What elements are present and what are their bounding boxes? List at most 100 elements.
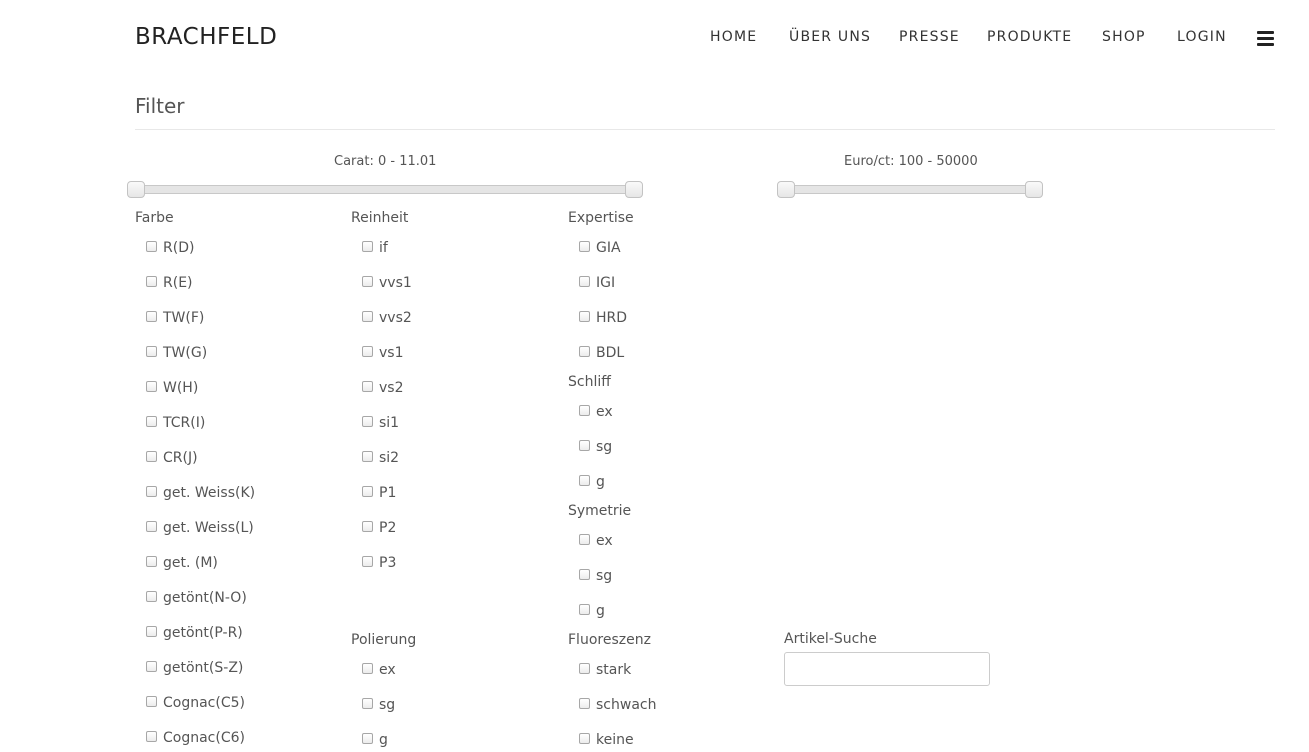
euro-slider-track[interactable] [784, 185, 1040, 194]
farbe-option-label: get. Weiss(L) [163, 520, 254, 536]
expertise-option-label: BDL [596, 345, 625, 361]
schliff-checkbox[interactable] [579, 440, 590, 451]
fluoreszenz-checkbox[interactable] [579, 733, 590, 744]
polierung-checkbox[interactable] [362, 698, 373, 709]
euro-slider-label: Euro/ct: 100 - 50000 [844, 154, 978, 169]
farbe-option-label: get. (M) [163, 555, 218, 571]
farbe-option-label: R(D) [163, 240, 195, 256]
euro-slider-min-handle[interactable] [777, 181, 795, 198]
symetrie-option-label: ex [596, 533, 613, 549]
farbe-checkbox[interactable] [146, 696, 157, 707]
reinheit-checkbox[interactable] [362, 556, 373, 567]
symetrie-group-title: Symetrie [568, 503, 632, 519]
menu-icon-bar [1257, 37, 1274, 40]
farbe-checkbox[interactable] [146, 486, 157, 497]
reinheit-option-label: P1 [379, 485, 397, 501]
farbe-checkbox[interactable] [146, 661, 157, 672]
nav-ueber-uns[interactable]: ÜBER UNS [789, 29, 871, 45]
fluoreszenz-group-title: Fluoreszenz [568, 632, 651, 648]
farbe-checkbox[interactable] [146, 346, 157, 357]
reinheit-checkbox[interactable] [362, 521, 373, 532]
farbe-checkbox[interactable] [146, 626, 157, 637]
schliff-checkbox[interactable] [579, 475, 590, 486]
filter-divider [135, 129, 1275, 130]
fluoreszenz-checkbox[interactable] [579, 698, 590, 709]
symetrie-checkbox[interactable] [579, 534, 590, 545]
farbe-option-label: W(H) [163, 380, 199, 396]
farbe-option-label: TCR(I) [163, 415, 206, 431]
farbe-option-label: Cognac(C5) [163, 695, 245, 711]
symetrie-option-label: g [596, 603, 605, 619]
brand-logo[interactable]: BRACHFELD [135, 24, 277, 50]
expertise-checkbox[interactable] [579, 311, 590, 322]
farbe-checkbox[interactable] [146, 241, 157, 252]
farbe-checkbox[interactable] [146, 521, 157, 532]
article-search-input[interactable] [784, 652, 990, 686]
reinheit-checkbox[interactable] [362, 311, 373, 322]
nav-home[interactable]: HOME [710, 29, 757, 45]
expertise-checkbox[interactable] [579, 276, 590, 287]
polierung-option-label: sg [379, 697, 396, 713]
farbe-checkbox[interactable] [146, 276, 157, 287]
farbe-checkbox[interactable] [146, 416, 157, 427]
reinheit-checkbox[interactable] [362, 486, 373, 497]
reinheit-option-label: vvs2 [379, 310, 412, 326]
menu-icon[interactable] [1257, 31, 1274, 46]
reinheit-option-label: vvs1 [379, 275, 412, 291]
reinheit-option-label: vs1 [379, 345, 404, 361]
euro-slider-max-handle[interactable] [1025, 181, 1043, 198]
expertise-group-title: Expertise [568, 210, 634, 226]
polierung-checkbox[interactable] [362, 733, 373, 744]
farbe-option-label: get. Weiss(K) [163, 485, 256, 501]
farbe-option-label: TW(F) [163, 310, 205, 326]
reinheit-checkbox[interactable] [362, 381, 373, 392]
farbe-checkbox[interactable] [146, 451, 157, 462]
expertise-option-label: HRD [596, 310, 628, 326]
farbe-checkbox[interactable] [146, 731, 157, 742]
fluoreszenz-checkbox[interactable] [579, 663, 590, 674]
menu-icon-bar [1257, 43, 1274, 46]
fluoreszenz-option-label: stark [596, 662, 632, 678]
carat-slider-min-handle[interactable] [127, 181, 145, 198]
nav-login[interactable]: LOGIN [1177, 29, 1227, 45]
reinheit-checkbox[interactable] [362, 451, 373, 462]
reinheit-option-label: vs2 [379, 380, 404, 396]
fluoreszenz-option-label: keine [596, 732, 634, 748]
schliff-group-title: Schliff [568, 374, 611, 390]
reinheit-checkbox[interactable] [362, 416, 373, 427]
farbe-option-label: getönt(N-O) [163, 590, 247, 606]
carat-slider-track[interactable] [135, 185, 635, 194]
symetrie-option-label: sg [596, 568, 613, 584]
symetrie-checkbox[interactable] [579, 604, 590, 615]
expertise-option-label: IGI [596, 275, 616, 291]
schliff-checkbox[interactable] [579, 405, 590, 416]
reinheit-option-label: si1 [379, 415, 400, 431]
farbe-checkbox[interactable] [146, 591, 157, 602]
farbe-option-label: Cognac(C6) [163, 730, 245, 746]
reinheit-option-label: if [379, 240, 388, 256]
reinheit-group-title: Reinheit [351, 210, 409, 226]
carat-slider-max-handle[interactable] [625, 181, 643, 198]
farbe-checkbox[interactable] [146, 311, 157, 322]
polierung-group-title: Polierung [351, 632, 417, 648]
reinheit-checkbox[interactable] [362, 276, 373, 287]
expertise-checkbox[interactable] [579, 346, 590, 357]
reinheit-option-label: si2 [379, 450, 400, 466]
farbe-checkbox[interactable] [146, 381, 157, 392]
expertise-checkbox[interactable] [579, 241, 590, 252]
nav-shop[interactable]: SHOP [1102, 29, 1146, 45]
menu-icon-bar [1257, 31, 1274, 34]
reinheit-checkbox[interactable] [362, 241, 373, 252]
schliff-option-label: sg [596, 439, 613, 455]
farbe-option-label: CR(J) [163, 450, 198, 466]
farbe-checkbox[interactable] [146, 556, 157, 567]
polierung-checkbox[interactable] [362, 663, 373, 674]
farbe-option-label: getönt(P-R) [163, 625, 243, 641]
symetrie-checkbox[interactable] [579, 569, 590, 580]
nav-produkte[interactable]: PRODUKTE [987, 29, 1072, 45]
farbe-option-label: TW(G) [163, 345, 208, 361]
nav-presse[interactable]: PRESSE [899, 29, 960, 45]
fluoreszenz-option-label: schwach [596, 697, 657, 713]
farbe-option-label: getönt(S-Z) [163, 660, 244, 676]
reinheit-checkbox[interactable] [362, 346, 373, 357]
